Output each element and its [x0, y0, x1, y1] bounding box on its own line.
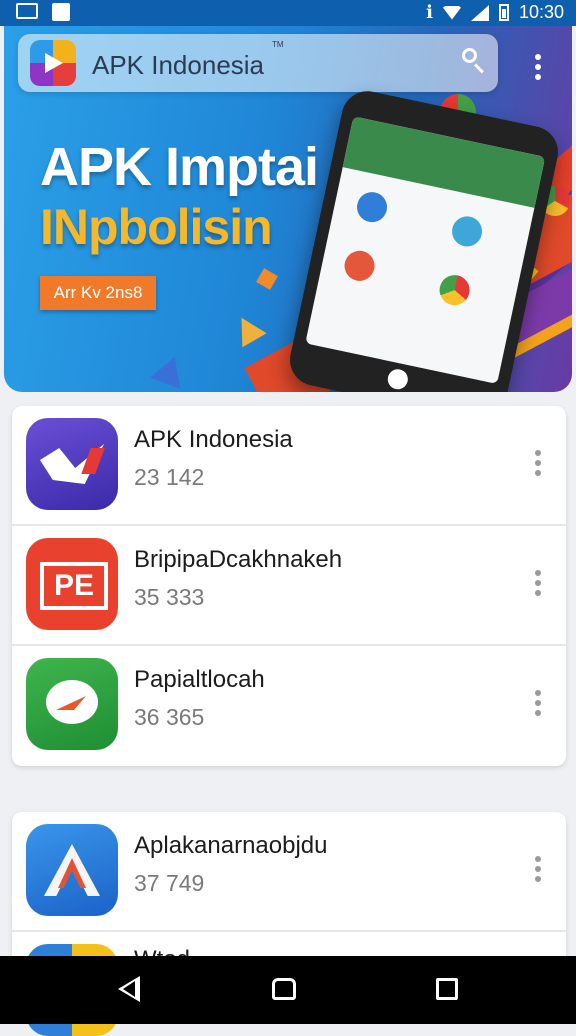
blue-a-icon [26, 824, 118, 916]
app-meta: 36 365 [134, 704, 205, 730]
green-chat-icon [26, 658, 118, 750]
back-icon[interactable] [118, 976, 140, 1002]
wifi-icon [442, 5, 461, 20]
item-menu-icon[interactable] [534, 690, 542, 720]
overflow-menu-icon[interactable] [534, 54, 542, 84]
app-notification-icon [52, 3, 70, 21]
screenshot-notification-icon [16, 3, 38, 19]
item-menu-icon[interactable] [534, 856, 542, 886]
app-name: APK Indonesia [134, 426, 293, 453]
search-title: APK Indonesia [92, 50, 265, 80]
signal-icon [470, 4, 489, 21]
banner-headline-line1: APK Imptai [40, 137, 319, 197]
red-pe-icon [26, 538, 118, 630]
app-list-card: APK Indonesia 23 142 BripipaDcakhnakeh 3… [12, 406, 566, 766]
trademark-mark: TM [272, 40, 284, 49]
list-item[interactable]: APK Indonesia 23 142 [12, 406, 566, 526]
list-item[interactable]: BripipaDcakhnakeh 35 333 [12, 526, 566, 646]
status-time: 10:30 [518, 2, 564, 22]
item-menu-icon[interactable] [534, 450, 542, 480]
hero-banner[interactable]: APK Indonesia TM APK Imptai INpbolisin A… [4, 26, 572, 392]
app-list-card: Aplakanarnaobjdu 37 749 Wtod [12, 812, 566, 1036]
recent-apps-icon[interactable] [436, 978, 458, 1000]
app-name: Aplakanarnaobjdu [134, 832, 328, 859]
app-name: Papialtlocah [134, 666, 265, 693]
search-icon[interactable] [462, 48, 484, 70]
status-bar: ℹ 10:30 [0, 0, 576, 26]
banner-badge[interactable]: Arr Kv 2ns8 [40, 276, 156, 310]
battery-icon [498, 4, 509, 21]
app-meta: 23 142 [134, 464, 205, 490]
app-meta: 37 749 [134, 870, 205, 896]
app-name: BripipaDcakhnakeh [134, 546, 343, 573]
search-bar[interactable]: APK Indonesia TM [18, 34, 498, 92]
app-logo-icon [30, 40, 76, 86]
item-menu-icon[interactable] [534, 570, 542, 600]
app-meta: 35 333 [134, 584, 205, 610]
vibrate-icon: ℹ [426, 2, 433, 22]
banner-headline-line2: INpbolisin [40, 199, 273, 255]
purple-wave-icon [26, 418, 118, 510]
navigation-bar [0, 956, 576, 1024]
home-icon[interactable] [272, 978, 296, 1000]
list-item[interactable]: Aplakanarnaobjdu 37 749 [12, 812, 566, 932]
list-item[interactable]: Papialtlocah 36 365 [12, 646, 566, 766]
